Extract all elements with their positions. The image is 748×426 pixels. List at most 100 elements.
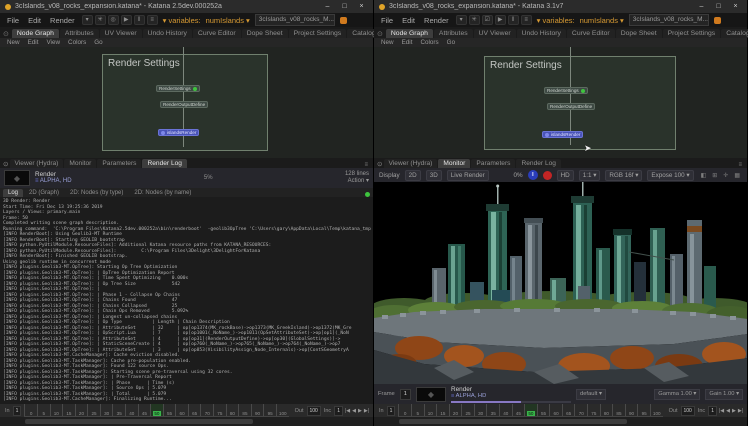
frame-tick-40[interactable]: 40 <box>499 404 512 416</box>
stop-render-button[interactable] <box>543 171 552 180</box>
transport-[interactable]: ◀ <box>352 408 356 414</box>
node-graph-canvas[interactable]: Render Settings RenderSettings RenderOut… <box>0 47 373 158</box>
frame-tick-0[interactable]: 0 <box>398 404 411 416</box>
list-icon[interactable]: ≡ <box>521 15 532 25</box>
pause-icon[interactable]: ‖ <box>134 15 145 25</box>
live-render-button[interactable]: Live Render <box>447 170 489 181</box>
gear-icon[interactable]: ✳ <box>469 15 480 25</box>
transport-[interactable]: ▶| <box>364 408 369 414</box>
frame-tick-20[interactable]: 20 <box>75 404 88 416</box>
titlebar[interactable]: 3cIslands_v08_rocks_expansion.katana* - … <box>374 0 747 13</box>
render-play-icon[interactable]: ▶ <box>121 15 132 25</box>
minimize-button[interactable]: – <box>695 3 708 10</box>
menu-edit[interactable]: Edit <box>400 16 417 25</box>
frame-tick-45[interactable]: 45 <box>512 404 525 416</box>
node-renderoutputdefine[interactable]: RenderOutputDefine <box>160 101 208 108</box>
frame-tick-5[interactable]: 5 <box>37 404 50 416</box>
node-render[interactable]: islandsRender <box>542 131 583 138</box>
search-icon[interactable]: ◎ <box>108 15 119 25</box>
frame-tick-10[interactable]: 10 <box>50 404 63 416</box>
resolution-button[interactable]: HD <box>557 170 574 181</box>
menu-file[interactable]: File <box>379 16 395 25</box>
grid-icon[interactable]: ⊞ <box>710 172 719 179</box>
checkbox-icon[interactable]: ☑ <box>482 15 493 25</box>
frame-tick-15[interactable]: 15 <box>436 404 449 416</box>
frame-tick-60[interactable]: 60 <box>549 404 562 416</box>
frame-tick-15[interactable]: 15 <box>62 404 75 416</box>
alert-indicator-icon[interactable] <box>714 17 721 24</box>
session-button[interactable]: 3cIslands_v08_rocks_M... <box>255 14 335 26</box>
tab-undo-history[interactable]: Undo History <box>143 29 192 38</box>
render-thumbnail[interactable]: ◆ <box>416 387 446 402</box>
variables-label[interactable]: ▾ variables: <box>163 16 201 25</box>
node-renderoutputdefine[interactable]: RenderOutputDefine <box>547 103 595 110</box>
maximize-button[interactable]: □ <box>712 3 725 10</box>
pause-render-button[interactable]: ‖ <box>528 170 538 180</box>
tab-node-graph[interactable]: Node Graph <box>12 29 59 38</box>
frame-tick-35[interactable]: 35 <box>112 404 125 416</box>
frame-tick-80[interactable]: 80 <box>226 404 239 416</box>
frame-tick-45[interactable]: 45 <box>138 404 151 416</box>
frame-tick-5[interactable]: 5 <box>411 404 424 416</box>
graph-menu-edit[interactable]: Edit <box>402 39 413 46</box>
log-tab-2d-graph[interactable]: 2D (Graph) <box>24 189 64 197</box>
frame-tick-10[interactable]: 10 <box>424 404 437 416</box>
list-icon[interactable]: ≡ <box>147 15 158 25</box>
frame-tick-50[interactable]: 50 <box>524 404 537 416</box>
frame-tick-75[interactable]: 75 <box>213 404 226 416</box>
log-tab-2d-nodes-by-type[interactable]: 2D: Nodes (by type) <box>65 189 128 197</box>
monitor-viewport[interactable] <box>374 182 747 384</box>
menu-render[interactable]: Render <box>422 16 451 25</box>
titlebar[interactable]: 3cIslands_v08_rocks_expansion.katana* - … <box>0 0 373 13</box>
minimize-button[interactable]: – <box>321 3 334 10</box>
frame-tick-40[interactable]: 40 <box>125 404 138 416</box>
render-thumbnail[interactable]: ◆ <box>4 170 30 186</box>
graph-menu-edit[interactable]: Edit <box>28 39 39 46</box>
transport-[interactable]: ▶| <box>738 408 743 414</box>
frame-field[interactable]: 1 <box>400 389 411 400</box>
graph-menu-new[interactable]: New <box>381 39 394 46</box>
transport-[interactable]: ▶ <box>358 408 362 414</box>
frame-tick-100[interactable]: 100 <box>276 404 289 416</box>
graph-menu-new[interactable]: New <box>7 39 20 46</box>
gain-dropdown[interactable]: Gain 1.00 ▾ <box>705 389 743 400</box>
maximize-button[interactable]: □ <box>338 3 351 10</box>
tab-curve-editor[interactable]: Curve Editor <box>567 29 615 38</box>
expose-dropdown[interactable]: Expose 100 ▾ <box>647 170 693 181</box>
pane-tab-viewer-hydra[interactable]: Viewer (Hydra) <box>10 159 64 168</box>
graph-menu-colors[interactable]: Colors <box>68 39 86 46</box>
scrollbar-thumb[interactable] <box>399 419 627 424</box>
frame-tick-90[interactable]: 90 <box>625 404 638 416</box>
pane-tab-monitor[interactable]: Monitor <box>438 159 470 168</box>
mode-3d-button[interactable]: 3D <box>426 170 442 181</box>
frame-tick-70[interactable]: 70 <box>200 404 213 416</box>
out-field[interactable]: 100 <box>681 406 695 416</box>
graph-menu-colors[interactable]: Colors <box>420 39 438 46</box>
pane-tab-parameters[interactable]: Parameters <box>471 159 515 168</box>
pan-icon[interactable]: ✛ <box>721 172 730 179</box>
variables-label[interactable]: ▾ variables: <box>537 16 575 25</box>
variables-value[interactable]: numIslands ▾ <box>206 16 250 25</box>
pause-icon[interactable]: ‖ <box>508 15 519 25</box>
frame-tick-30[interactable]: 30 <box>100 404 113 416</box>
frame-tick-35[interactable]: 35 <box>486 404 499 416</box>
session-button[interactable]: 3cIslands_v08_rocks_M... <box>629 14 709 26</box>
gear-icon[interactable]: ✳ <box>95 15 106 25</box>
frame-tick-60[interactable]: 60 <box>175 404 188 416</box>
zoom-dropdown[interactable]: 1:1 ▾ <box>579 170 601 181</box>
frame-tick-55[interactable]: 55 <box>163 404 176 416</box>
overlay-icon[interactable]: ▦ <box>732 172 742 179</box>
frame-tick-0[interactable]: 0 <box>24 404 37 416</box>
tab-curve-editor[interactable]: Curve Editor <box>193 29 241 38</box>
mode-2d-button[interactable]: 2D <box>405 170 421 181</box>
out-field[interactable]: 100 <box>307 406 321 416</box>
dropdown-icon[interactable]: ▾ <box>456 15 467 25</box>
frame-tick-50[interactable]: 50 <box>150 404 163 416</box>
frame-tick-75[interactable]: 75 <box>587 404 600 416</box>
pane-tab-parameters[interactable]: Parameters <box>97 159 141 168</box>
variables-value[interactable]: numIslands ▾ <box>580 16 624 25</box>
frame-tick-70[interactable]: 70 <box>574 404 587 416</box>
in-field[interactable]: 1 <box>13 406 22 416</box>
tab-dope-sheet[interactable]: Dope Sheet <box>616 29 662 38</box>
tab-project-settings[interactable]: Project Settings <box>289 29 347 38</box>
